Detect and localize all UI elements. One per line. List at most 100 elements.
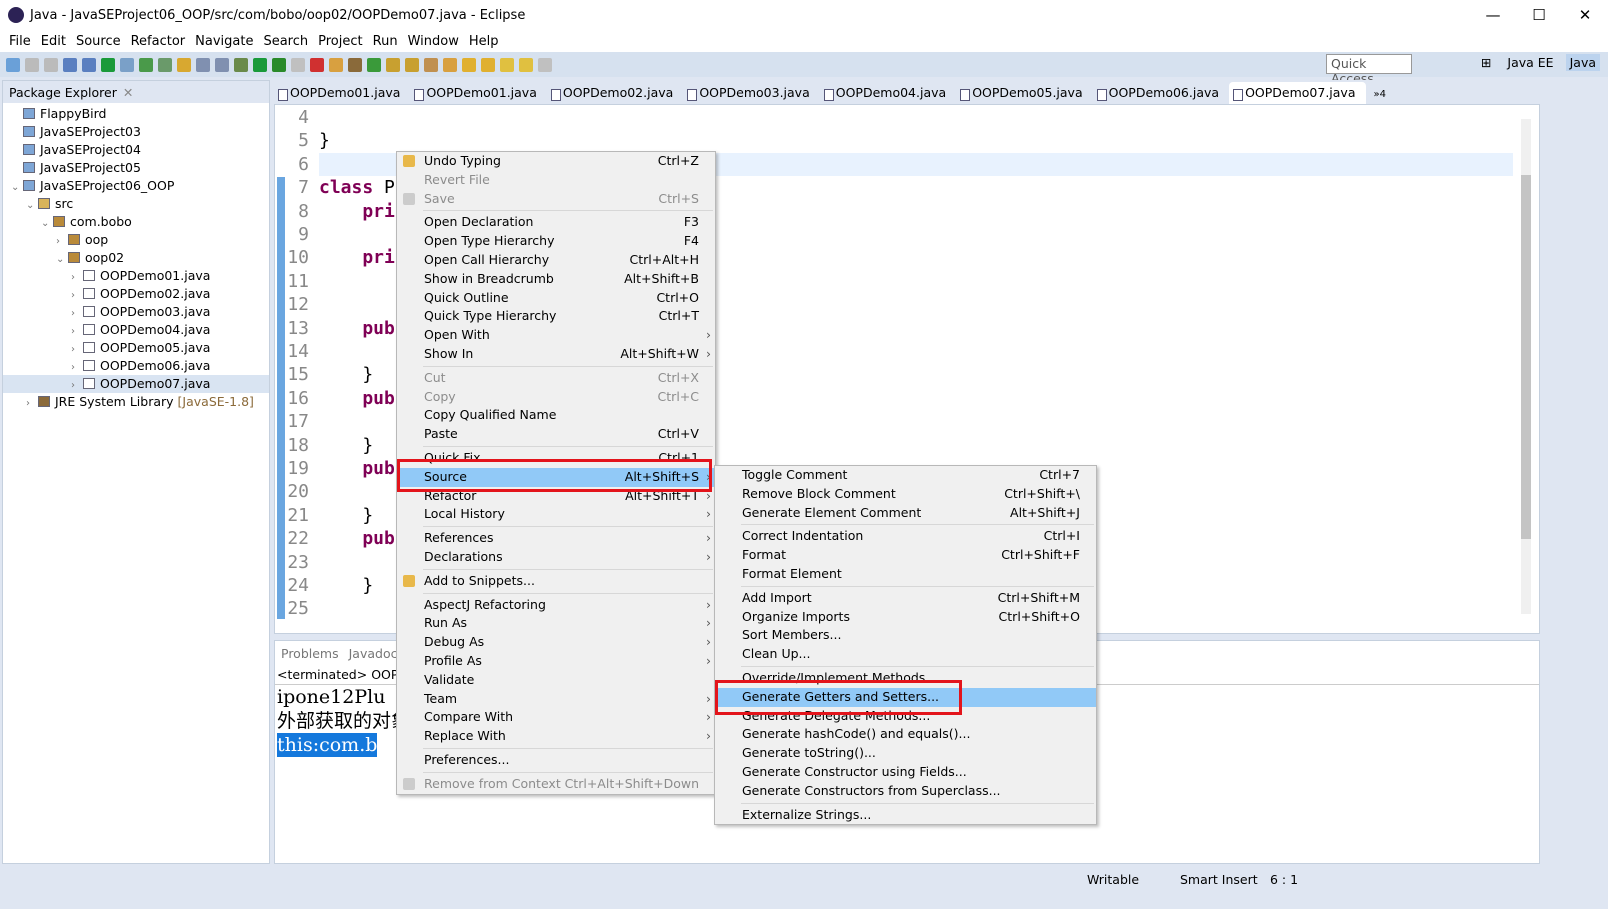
toolbar-button-icon[interactable] — [196, 57, 210, 72]
package-explorer-title[interactable]: Package Explorer — [9, 85, 117, 100]
menu-item-cut[interactable]: Cut Ctrl+X — [397, 369, 715, 388]
tab-oopdemo05-java[interactable]: OOPDemo05.java — [956, 82, 1092, 104]
menu-item-copy-qualified-name[interactable]: Copy Qualified Name — [397, 406, 715, 425]
tree-item-oop[interactable]: › oop — [3, 231, 269, 249]
menu-item-generate-tostring[interactable]: Generate toString()... — [715, 744, 1096, 763]
maximize-button[interactable]: ☐ — [1516, 0, 1562, 30]
menu-item-generate-constructors-from-superclass[interactable]: Generate Constructors from Superclass... — [715, 782, 1096, 801]
tree-item-javaseproject03[interactable]: JavaSEProject03 — [3, 123, 269, 141]
tab-problems[interactable]: Problems — [281, 646, 339, 661]
menu-item-show-in[interactable]: Show In Alt+Shift+W › — [397, 345, 715, 364]
toolbar-button-icon[interactable] — [120, 57, 134, 72]
tree-item-src[interactable]: ⌄ src — [3, 195, 269, 213]
menu-item-open-call-hierarchy[interactable]: Open Call Hierarchy Ctrl+Alt+H — [397, 251, 715, 270]
menu-file[interactable]: File — [4, 34, 36, 49]
toolbar-button-icon[interactable] — [348, 57, 362, 72]
menu-item-aspectj-refactoring[interactable]: AspectJ Refactoring › — [397, 596, 715, 615]
menu-item-toggle-comment[interactable]: Toggle Comment Ctrl+7 — [715, 466, 1096, 485]
menu-source[interactable]: Source — [71, 34, 126, 49]
toolbar-button-icon[interactable] — [6, 57, 20, 72]
menu-item-generate-hashcode-and-equals[interactable]: Generate hashCode() and equals()... — [715, 725, 1096, 744]
menu-item-revert-file[interactable]: Revert File — [397, 171, 715, 190]
close-button[interactable]: ✕ — [1562, 0, 1608, 30]
tree-item-com-bobo[interactable]: ⌄ com.bobo — [3, 213, 269, 231]
toolbar-button-icon[interactable] — [500, 57, 514, 72]
tab-oopdemo01-java[interactable]: OOPDemo01.java — [274, 82, 410, 104]
menu-item-format-element[interactable]: Format Element — [715, 565, 1096, 584]
menu-item-add-to-snippets[interactable]: Add to Snippets... — [397, 572, 715, 591]
menu-item-remove-block-comment[interactable]: Remove Block Comment Ctrl+Shift+\ — [715, 485, 1096, 504]
tab-overflow-button[interactable]: »4 — [1366, 85, 1394, 104]
minimize-button[interactable]: — — [1470, 0, 1516, 30]
toolbar-button-icon[interactable] — [101, 57, 115, 72]
tree-item-javaseproject04[interactable]: JavaSEProject04 — [3, 141, 269, 159]
menu-item-sort-members[interactable]: Sort Members... — [715, 626, 1096, 645]
menu-item-copy[interactable]: Copy Ctrl+C — [397, 388, 715, 407]
tree-item-javaseproject05[interactable]: JavaSEProject05 — [3, 159, 269, 177]
tab-oopdemo01-java[interactable]: OOPDemo01.java — [410, 82, 546, 104]
menu-item-quick-type-hierarchy[interactable]: Quick Type Hierarchy Ctrl+T — [397, 307, 715, 326]
menu-item-references[interactable]: References › — [397, 529, 715, 548]
menu-item-team[interactable]: Team › — [397, 690, 715, 709]
toolbar-button-icon[interactable] — [215, 57, 229, 72]
menu-item-compare-with[interactable]: Compare With › — [397, 708, 715, 727]
toolbar-button-icon[interactable] — [405, 57, 419, 72]
menu-item-add-import[interactable]: Add Import Ctrl+Shift+M — [715, 589, 1096, 608]
toolbar-button-icon[interactable] — [139, 57, 153, 72]
menu-item-quick-outline[interactable]: Quick Outline Ctrl+O — [397, 289, 715, 308]
twisty-icon[interactable]: › — [26, 395, 38, 413]
tab-oopdemo02-java[interactable]: OOPDemo02.java — [547, 82, 683, 104]
toolbar-button-icon[interactable] — [291, 57, 305, 72]
tab-oopdemo07-java[interactable]: OOPDemo07.java — [1229, 82, 1366, 104]
menu-navigate[interactable]: Navigate — [190, 34, 258, 49]
menu-item-validate[interactable]: Validate — [397, 671, 715, 690]
menu-help[interactable]: Help — [464, 34, 504, 49]
tree-item-javaseproject06-oop[interactable]: ⌄ JavaSEProject06_OOP — [3, 177, 269, 195]
tree-item-oop02[interactable]: ⌄ oop02 — [3, 249, 269, 267]
toolbar-button-icon[interactable] — [462, 57, 476, 72]
menu-item-save[interactable]: Save Ctrl+S — [397, 190, 715, 209]
menu-item-clean-up[interactable]: Clean Up... — [715, 645, 1096, 664]
toolbar-button-icon[interactable] — [329, 57, 343, 72]
tree-item-oopdemo02-java[interactable]: › OOPDemo02.java — [3, 285, 269, 303]
tree-item-oopdemo07-java[interactable]: › OOPDemo07.java — [3, 375, 269, 393]
toolbar-button-icon[interactable] — [158, 57, 172, 72]
tree-item-oopdemo03-java[interactable]: › OOPDemo03.java — [3, 303, 269, 321]
toolbar-button-icon[interactable] — [443, 57, 457, 72]
quick-access-input[interactable]: Quick Access — [1326, 54, 1412, 86]
tree-item-oopdemo05-java[interactable]: › OOPDemo05.java — [3, 339, 269, 357]
menu-item-debug-as[interactable]: Debug As › — [397, 633, 715, 652]
tab-oopdemo04-java[interactable]: OOPDemo04.java — [820, 82, 956, 104]
menu-item-generate-constructor-using-fields[interactable]: Generate Constructor using Fields... — [715, 763, 1096, 782]
menu-project[interactable]: Project — [313, 34, 367, 49]
toolbar-button-icon[interactable] — [63, 57, 77, 72]
toolbar-button-icon[interactable] — [253, 57, 267, 72]
tree-item-oopdemo01-java[interactable]: › OOPDemo01.java — [3, 267, 269, 285]
tree-item-jre-system-library[interactable]: › JRE System Library [JavaSE-1.8] — [3, 393, 269, 411]
menu-item-local-history[interactable]: Local History › — [397, 505, 715, 524]
close-view-icon[interactable]: ✕ — [123, 85, 133, 100]
vertical-scrollbar[interactable] — [1521, 119, 1531, 614]
tree-item-oopdemo06-java[interactable]: › OOPDemo06.java — [3, 357, 269, 375]
tree-item-flappybird[interactable]: FlappyBird — [3, 105, 269, 123]
perspective-java[interactable]: Java — [1565, 54, 1600, 71]
toolbar-button-icon[interactable] — [424, 57, 438, 72]
menu-item-correct-indentation[interactable]: Correct Indentation Ctrl+I — [715, 527, 1096, 546]
toolbar-button-icon[interactable] — [177, 57, 191, 72]
toolbar-button-icon[interactable] — [481, 57, 495, 72]
toolbar-button-icon[interactable] — [25, 57, 39, 72]
toolbar-button-icon[interactable] — [367, 57, 381, 72]
menu-item-remove-from-context[interactable]: Remove from Context Ctrl+Alt+Shift+Down — [397, 775, 715, 794]
toolbar-button-icon[interactable] — [272, 57, 286, 72]
menu-run[interactable]: Run — [368, 34, 403, 49]
toolbar-button-icon[interactable] — [538, 57, 552, 72]
tab-oopdemo06-java[interactable]: OOPDemo06.java — [1093, 82, 1229, 104]
tree-item-oopdemo04-java[interactable]: › OOPDemo04.java — [3, 321, 269, 339]
open-perspective-icon[interactable]: ⊞ — [1477, 54, 1495, 71]
tab-oopdemo03-java[interactable]: OOPDemo03.java — [683, 82, 819, 104]
menu-edit[interactable]: Edit — [36, 34, 71, 49]
menu-item-organize-imports[interactable]: Organize Imports Ctrl+Shift+O — [715, 608, 1096, 627]
toolbar-button-icon[interactable] — [234, 57, 248, 72]
toolbar-button-icon[interactable] — [44, 57, 58, 72]
menu-refactor[interactable]: Refactor — [126, 34, 191, 49]
